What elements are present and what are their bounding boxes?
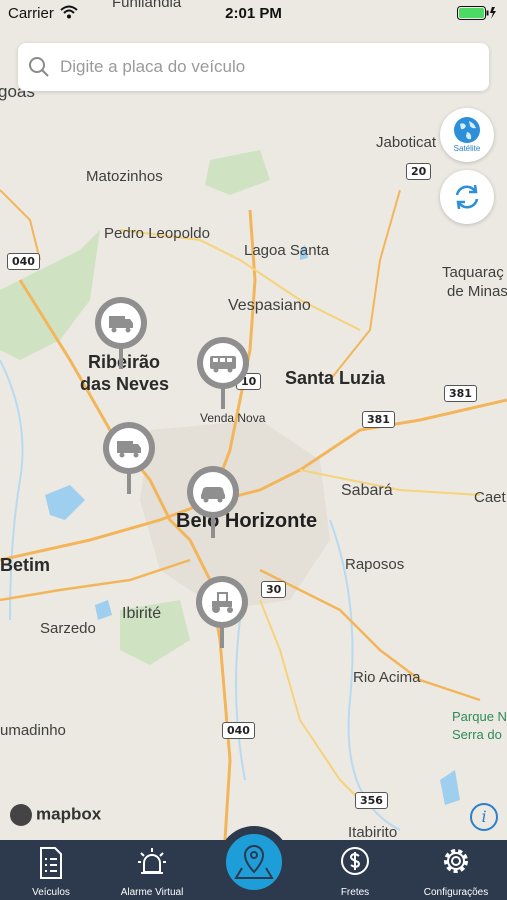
mapbox-icon: [10, 804, 32, 826]
road-shield: 381: [362, 411, 395, 428]
place-label: das Neves: [80, 374, 170, 394]
satellite-toggle-button[interactable]: Satélite: [440, 108, 494, 162]
place-label: Santa Luzia: [285, 368, 386, 388]
vehicle-marker-truck[interactable]: [103, 422, 155, 496]
map-pin-icon: [234, 844, 274, 879]
dollar-icon: [341, 847, 369, 875]
info-button[interactable]: i: [470, 803, 498, 831]
place-label: Caet: [474, 489, 506, 506]
search-bar[interactable]: Digite a placa do veículo: [18, 43, 489, 91]
document-list-icon: [40, 847, 62, 879]
place-label: Matozinhos: [86, 168, 163, 185]
globe-icon: [454, 117, 480, 143]
search-icon: [29, 57, 49, 77]
road-shield: 381: [444, 385, 477, 402]
place-label: Parque N: [452, 709, 507, 724]
place-label: Sarzedo: [40, 620, 96, 637]
tab-configuracoes[interactable]: Configurações: [411, 840, 501, 900]
place-label: Taquaraç: [442, 264, 504, 281]
truck-icon: [117, 441, 141, 458]
refresh-icon: [455, 184, 479, 210]
road-shield: 356: [355, 792, 388, 809]
place-label: de Minas: [447, 283, 507, 300]
place-label: Sabará: [341, 482, 393, 499]
vehicle-marker-truck[interactable]: [95, 297, 147, 371]
bus-icon: [210, 356, 236, 373]
place-label: Pedro Leopoldo: [104, 225, 210, 242]
gear-icon: [444, 849, 468, 873]
tab-label: Fretes: [340, 887, 370, 898]
road-shield: 040: [7, 253, 40, 270]
mapbox-logo: mapbox: [10, 804, 101, 826]
road-shield: 040: [222, 722, 255, 739]
tab-alarme-virtual[interactable]: Alarme Virtual: [107, 840, 197, 900]
place-label: Vespasiano: [228, 297, 311, 314]
alarm-light-icon: [138, 848, 166, 874]
place-label: Raposos: [345, 556, 405, 573]
place-label: Itabirito: [348, 824, 398, 840]
place-label: Serra do: [452, 727, 502, 742]
car-icon: [201, 487, 225, 503]
place-label: Ibirité: [122, 605, 162, 622]
satellite-label: Satélite: [453, 144, 481, 153]
tab-label: Alarme Virtual: [120, 887, 184, 898]
search-input[interactable]: Digite a placa do veículo: [60, 57, 245, 77]
place-label: Lagoa Santa: [244, 242, 330, 259]
tractor-icon: [212, 592, 233, 613]
tab-mapa[interactable]: [218, 826, 290, 898]
place-label: Venda Nova: [200, 411, 266, 425]
place-label: Rio Acima: [353, 669, 421, 686]
truck-icon: [109, 316, 133, 333]
road-shield: 20: [406, 163, 432, 180]
refresh-button[interactable]: [440, 170, 494, 224]
vehicle-marker-bus[interactable]: [197, 337, 249, 411]
vehicle-marker-tractor[interactable]: [196, 576, 248, 650]
tab-veiculos[interactable]: Veículos: [6, 840, 96, 900]
vehicle-marker-car[interactable]: [187, 466, 239, 540]
clock: 2:01 PM: [225, 5, 282, 22]
status-bar: Carrier 2:01 PM: [0, 0, 507, 28]
place-label: Jaboticat: [376, 134, 437, 151]
map-view[interactable]: Funilândia goas Jaboticat Matozinhos Ped…: [0, 0, 507, 840]
place-label: Betim: [0, 555, 51, 575]
battery-icon: [457, 6, 496, 20]
tab-label: Configurações: [423, 887, 489, 898]
road-shield: 30: [261, 581, 287, 598]
tab-label: Veículos: [32, 887, 70, 898]
tab-fretes[interactable]: Fretes: [310, 840, 400, 900]
place-label: umadinho: [0, 722, 66, 739]
